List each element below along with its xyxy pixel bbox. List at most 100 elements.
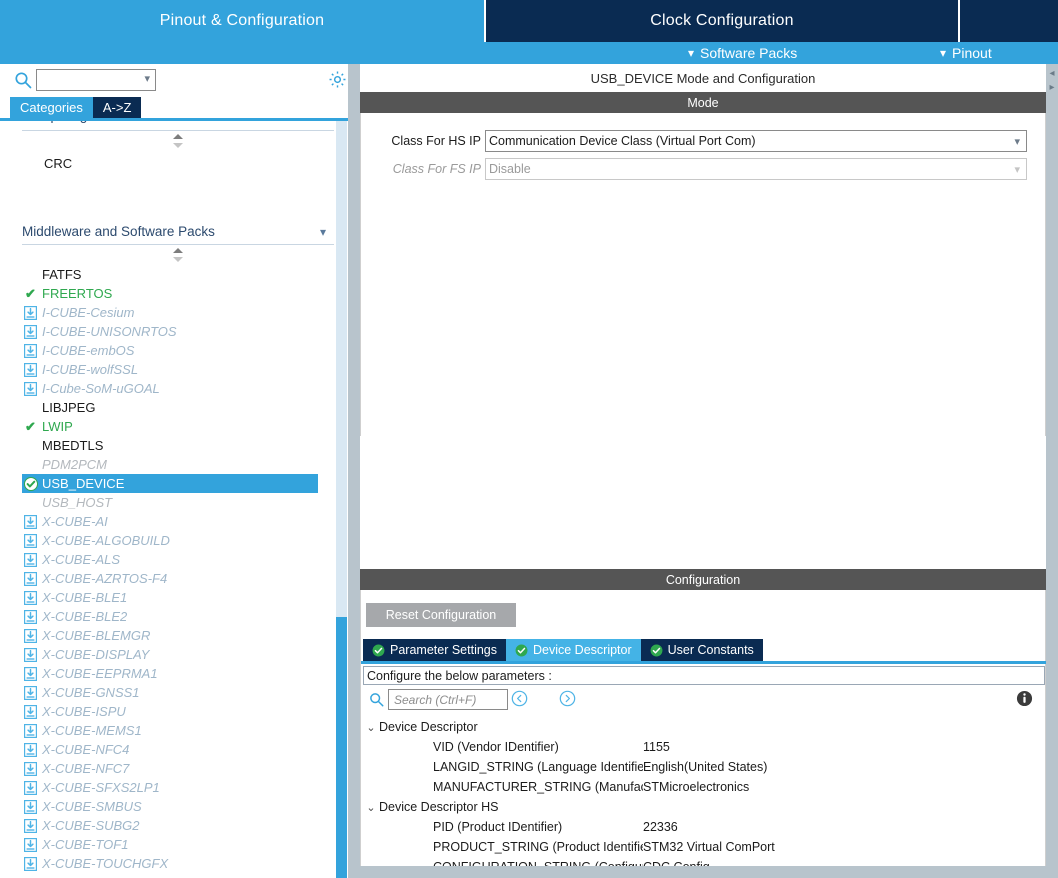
tree-item-i-cube-cesium[interactable]: I-CUBE-Cesium [22,303,334,322]
download-icon [22,722,39,739]
download-icon [22,703,39,720]
tree-item-x-cube-touchgfx[interactable]: X-CUBE-TOUCHGFX [22,854,334,873]
bottom-scrollbar[interactable] [348,866,1058,878]
tree-item-x-cube-smbus[interactable]: X-CUBE-SMBUS [22,797,334,816]
chevron-down-icon[interactable]: ⌄ [363,721,379,734]
tree-item-mbedtls[interactable]: MBEDTLS [22,436,334,455]
clipped-section-header[interactable]: Computing [22,121,334,131]
tree-item-x-cube-blemgr[interactable]: X-CUBE-BLEMGR [22,626,334,645]
tree-item-label: LWIP [42,419,73,434]
tree-item-x-cube-mems1[interactable]: X-CUBE-MEMS1 [22,721,334,740]
chevron-left-circle-icon[interactable] [511,690,528,707]
tab-pinout-configuration[interactable]: Pinout & Configuration [0,0,484,42]
tree-item-usb-device[interactable]: USB_DEVICE [22,474,318,493]
reset-configuration-button[interactable]: Reset Configuration [366,603,516,627]
download-icon [22,361,39,378]
section-header-middleware[interactable]: Middleware and Software Packs ▾ [22,219,334,245]
field-label: Class For HS IP [391,134,481,148]
tree-item-x-cube-algobuild[interactable]: X-CUBE-ALGOBUILD [22,531,334,550]
download-icon [22,513,39,530]
tree-item-i-cube-som-ugoal[interactable]: I-Cube-SoM-uGOAL [22,379,334,398]
configuration-tab-underline [361,661,1047,664]
descriptor-value: 1155 [643,740,670,754]
tree-item-x-cube-sfxs2lp1[interactable]: X-CUBE-SFXS2LP1 [22,778,334,797]
right-edge-scrollbar[interactable] [1046,64,1058,878]
collapse-left-icon[interactable]: ◂ [1046,66,1058,80]
tree-item-usb-host[interactable]: USB_HOST [22,493,334,512]
tree-item-label: X-CUBE-DISPLAY [42,647,150,662]
tree-item-libjpeg[interactable]: LIBJPEG [22,398,334,417]
menu-pinout[interactable]: ▾ Pinout [940,42,992,64]
download-icon [22,855,39,872]
item-icon-placeholder [22,266,39,283]
ip-search-input[interactable] [40,71,138,89]
tree-item-freertos[interactable]: ✔ FREERTOS [22,284,334,303]
secondary-menu-bar: ▾ Software Packs ▾ Pinout [0,42,1058,64]
collapse-right-icon[interactable]: ▸ [1046,80,1058,94]
parameter-search-row [363,687,1045,715]
tree-item-x-cube-display[interactable]: X-CUBE-DISPLAY [22,645,334,664]
descriptor-row[interactable]: PID (Product IDentifier) 22336 [363,817,1045,837]
tree-item-x-cube-subg2[interactable]: X-CUBE-SUBG2 [22,816,334,835]
descriptor-row[interactable]: VID (Vendor IDentifier) 1155 [363,737,1045,757]
tree-item-x-cube-ble2[interactable]: X-CUBE-BLE2 [22,607,334,626]
chevron-down-icon[interactable]: ⌄ [363,801,379,814]
descriptor-row[interactable]: MANUFACTURER_STRING (Manufacturer Ide...… [363,777,1045,797]
tree-item-fatfs[interactable]: FATFS [22,265,334,284]
tree-item-i-cube-wolfssl[interactable]: I-CUBE-wolfSSL [22,360,334,379]
tab-pinout-configuration-label: Pinout & Configuration [159,12,325,29]
tree-item-label: X-CUBE-ALS [42,552,121,567]
chevron-down-icon[interactable]: ▾ [320,225,326,239]
class-for-hs-ip-select[interactable]: Communication Device Class (Virtual Port… [485,130,1027,152]
tab-third[interactable] [958,0,1058,42]
tree-item-x-cube-nfc7[interactable]: X-CUBE-NFC7 [22,759,334,778]
tree-item-crc[interactable]: CRC [22,151,334,175]
tab-device-descriptor[interactable]: Device Descriptor [506,639,641,661]
tab-user-constants[interactable]: User Constants [640,639,763,661]
tab-parameter-settings[interactable]: Parameter Settings [363,639,506,661]
chevron-right-circle-icon[interactable] [559,690,576,707]
tab-a-to-z[interactable]: A->Z [92,97,142,118]
download-icon [22,817,39,834]
descriptor-group-header[interactable]: ⌄ Device Descriptor [363,717,1045,737]
info-icon[interactable] [1016,690,1033,707]
tree-item-i-cube-embos[interactable]: I-CUBE-embOS [22,341,334,360]
chevron-down-icon[interactable]: ▾ [144,74,150,85]
descriptor-row[interactable]: LANGID_STRING (Language Identifier) Engli… [363,757,1045,777]
tree-item-pdm2pcm[interactable]: PDM2PCM [22,455,334,474]
descriptor-value: 22336 [643,820,678,834]
tree-item-label: FATFS [42,267,82,282]
gear-icon[interactable] [328,70,347,89]
tree-item-x-cube-ispu[interactable]: X-CUBE-ISPU [22,702,334,721]
tree-item-x-cube-nfc4[interactable]: X-CUBE-NFC4 [22,740,334,759]
component-tree-scroll[interactable]: Computing CRC Middleware and Software Pa… [0,121,350,878]
tree-item-label: X-CUBE-BLE1 [42,590,128,605]
panel-divider-scrollbar[interactable] [348,64,360,878]
ip-search-combo[interactable]: ▾ [36,69,156,91]
component-tree-inner: Computing CRC Middleware and Software Pa… [22,121,334,873]
menu-software-packs[interactable]: ▾ Software Packs [688,42,797,64]
panel-gap [360,436,1046,505]
scroll-spinner-up[interactable] [22,131,334,151]
left-scrollbar-thumb[interactable] [336,617,347,878]
tree-item-x-cube-azrtos-f4[interactable]: X-CUBE-AZRTOS-F4 [22,569,334,588]
tree-item-x-cube-tof1[interactable]: X-CUBE-TOF1 [22,835,334,854]
tree-item-x-cube-eeprma1[interactable]: X-CUBE-EEPRMA1 [22,664,334,683]
tree-item-x-cube-als[interactable]: X-CUBE-ALS [22,550,334,569]
tree-item-x-cube-ai[interactable]: X-CUBE-AI [22,512,334,531]
descriptor-group-header[interactable]: ⌄ Device Descriptor HS [363,797,1045,817]
parameter-search-box[interactable] [388,689,508,710]
tree-item-lwip[interactable]: ✔ LWIP [22,417,334,436]
parameter-search-input[interactable] [392,691,506,708]
configuration-section-header: Configuration [360,569,1046,590]
tab-categories[interactable]: Categories [10,97,93,118]
descriptor-row[interactable]: PRODUCT_STRING (Product Identifier) STM32… [363,837,1045,857]
tree-item-x-cube-gnss1[interactable]: X-CUBE-GNSS1 [22,683,334,702]
scroll-spinner-middleware[interactable] [22,245,334,265]
tree-item-i-cube-unisonrtos[interactable]: I-CUBE-UNISONRTOS [22,322,334,341]
tab-clock-configuration[interactable]: Clock Configuration [484,0,958,42]
download-icon [22,684,39,701]
tree-item-x-cube-ble1[interactable]: X-CUBE-BLE1 [22,588,334,607]
tree-item-label: X-CUBE-AZRTOS-F4 [42,571,168,586]
